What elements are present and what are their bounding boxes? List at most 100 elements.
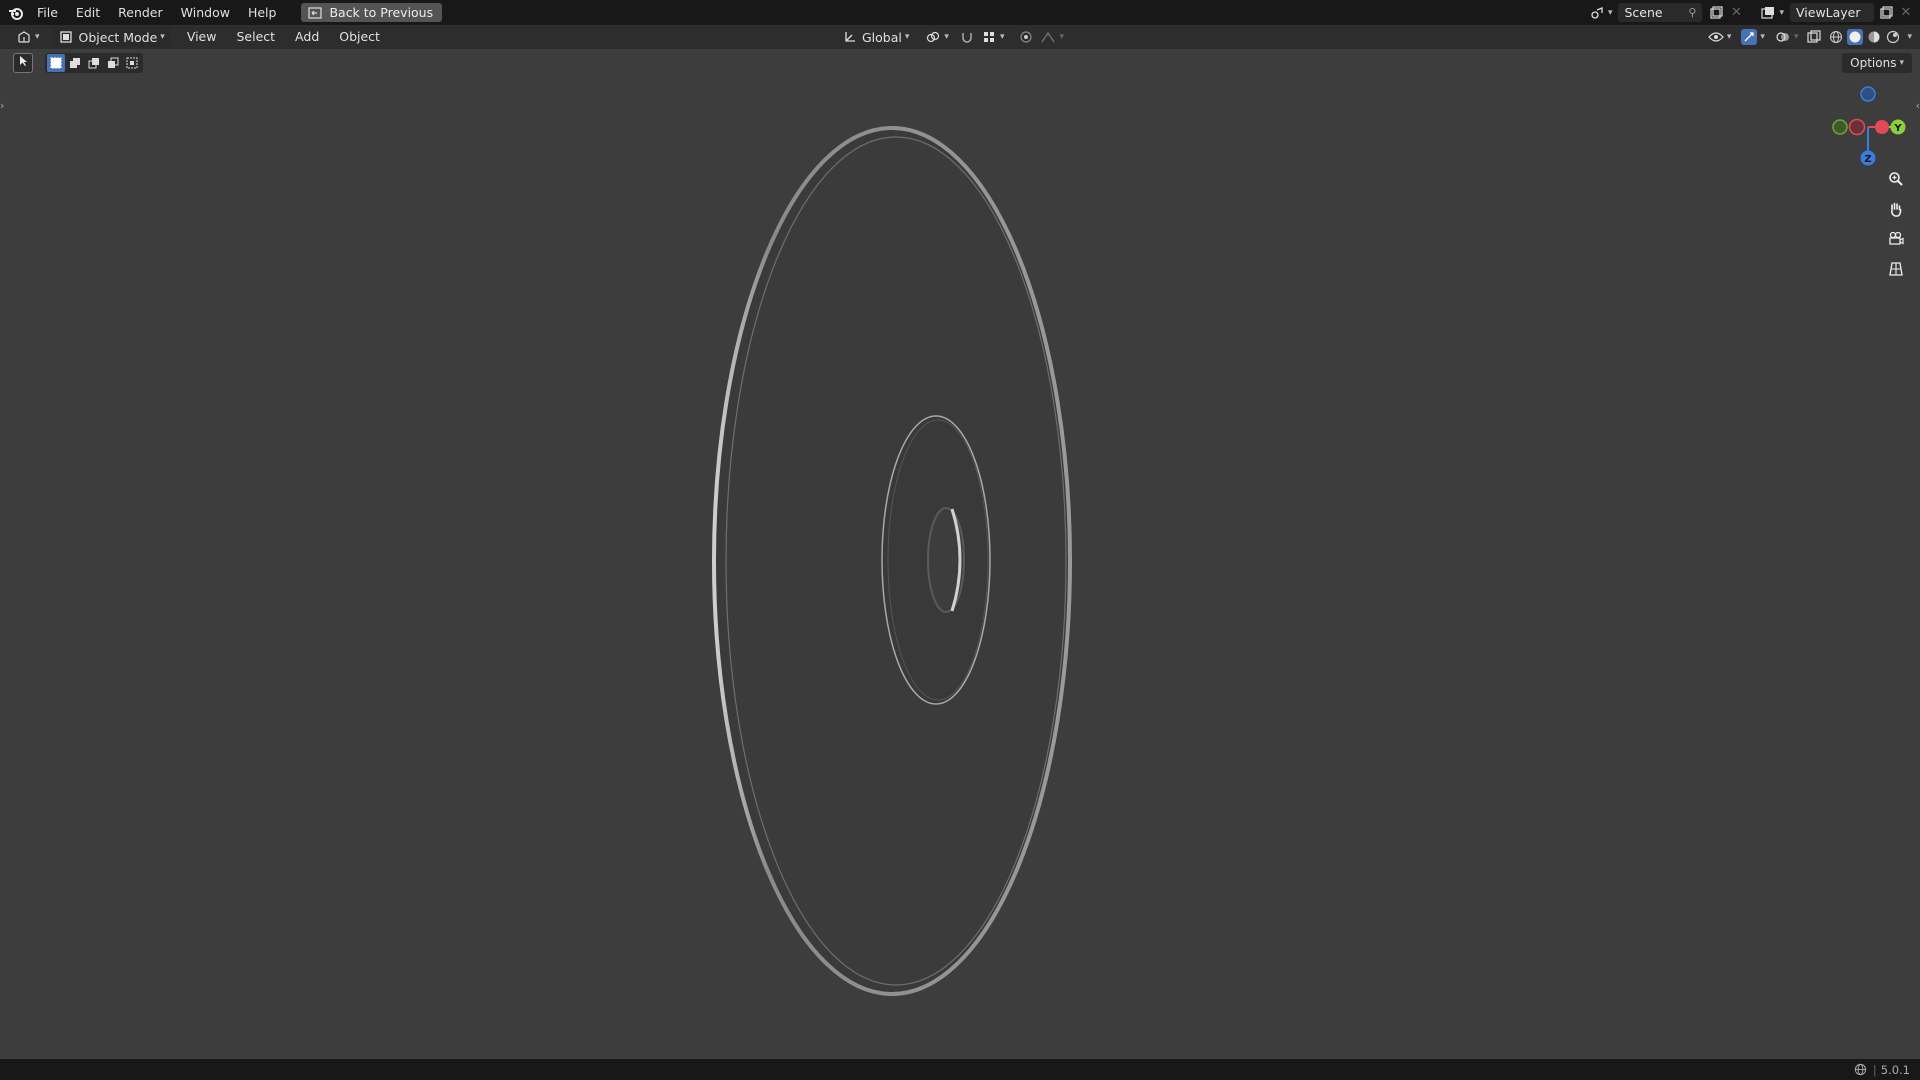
menu-help[interactable]: Help [239, 0, 286, 25]
menu-window[interactable]: Window [172, 0, 239, 25]
rendered-shading-icon[interactable] [1885, 29, 1901, 45]
gizmo-neg-z-icon[interactable] [1860, 86, 1876, 102]
chevron-down-icon: ▾ [904, 32, 910, 42]
zoom-icon [1888, 171, 1904, 191]
transform-controls: Global ▾ ▾ ▾ ▾ [836, 27, 1066, 47]
blender-logo-icon[interactable] [4, 1, 28, 25]
wireframe-shading-icon[interactable] [1828, 29, 1844, 45]
menu-edit[interactable]: Edit [67, 0, 109, 25]
camera-icon [1888, 231, 1904, 251]
network-globe-icon[interactable] [1853, 1062, 1869, 1078]
hand-icon [1888, 201, 1904, 221]
snap-increment-icon [981, 29, 997, 45]
editor-type-button[interactable]: ▾ [10, 27, 46, 47]
gizmo-neg-x-icon[interactable] [1848, 118, 1866, 136]
viewport-display-controls: ▾ ▾ ▾ ▾ [1706, 27, 1912, 47]
viewport-header: ▾ Object Mode ▾ View Select Add Object G… [0, 25, 1920, 49]
menu-add[interactable]: Add [285, 25, 329, 49]
chevron-down-icon: ▾ [1726, 32, 1732, 42]
back-button-label: Back to Previous [329, 5, 434, 20]
gizmo-y-label: Y [1893, 123, 1902, 134]
tool-settings-row [13, 53, 143, 73]
proportional-falloff-dropdown[interactable]: ▾ [1038, 27, 1066, 47]
selection-mode-group [45, 53, 143, 73]
chevron-down-icon: ▾ [1059, 32, 1064, 42]
menu-file[interactable]: File [28, 0, 67, 25]
zoom-button[interactable] [1883, 168, 1909, 194]
select-subtract-icon[interactable] [85, 54, 103, 72]
snap-target-dropdown[interactable]: ▾ [979, 27, 1007, 47]
scene-name-field[interactable]: Scene ⚲ [1618, 3, 1703, 22]
gizmo-dropdown[interactable]: ▾ [1739, 27, 1767, 47]
options-dropdown[interactable]: Options ▾ [1842, 53, 1912, 73]
chevron-down-icon: ▾ [160, 32, 165, 42]
back-to-previous-button[interactable]: Back to Previous [301, 3, 443, 22]
scene-browse-button[interactable]: ▾ [1583, 3, 1619, 23]
select-new-icon[interactable] [47, 54, 65, 72]
chevron-down-icon: ▾ [1760, 32, 1765, 42]
delete-viewlayer-icon[interactable]: ✕ [1898, 5, 1914, 21]
new-scene-icon[interactable] [1708, 5, 1724, 21]
chevron-down-icon: ▾ [1793, 32, 1799, 42]
disc-object[interactable] [0, 49, 1920, 1059]
mode-label: Object Mode [78, 29, 158, 45]
menu-view[interactable]: View [177, 25, 227, 49]
overlays-dropdown[interactable]: ▾ [1773, 27, 1801, 47]
overlays-icon [1775, 29, 1791, 45]
scene-name: Scene [1624, 5, 1663, 20]
version-label: 5.0.1 [1880, 1062, 1910, 1077]
chevron-down-icon: ▾ [944, 32, 949, 42]
gizmo-z-label: Z [1864, 154, 1871, 165]
screen-back-icon [307, 5, 323, 21]
chevron-down-icon: ▾ [999, 32, 1005, 42]
options-label: Options [1850, 56, 1897, 70]
pan-button[interactable] [1883, 198, 1909, 224]
solid-shading-icon[interactable] [1847, 29, 1864, 45]
viewlayer-name-field[interactable]: ViewLayer [1790, 3, 1874, 22]
perspective-toggle-button[interactable] [1883, 258, 1909, 284]
camera-view-button[interactable] [1883, 228, 1909, 254]
mode-dropdown[interactable]: Object Mode ▾ [51, 27, 171, 47]
xray-toggle-icon[interactable] [1806, 29, 1822, 45]
status-bar: | 5.0.1 [0, 1059, 1920, 1080]
proportional-editing-icon[interactable] [1018, 29, 1034, 45]
gizmo-icon [1741, 29, 1758, 45]
select-intersect-icon[interactable] [123, 54, 141, 72]
menu-render[interactable]: Render [109, 0, 172, 25]
navigation-gizmo[interactable]: Y Z [1826, 82, 1920, 172]
select-tool-button[interactable] [13, 53, 33, 73]
snap-toggle-icon[interactable] [959, 29, 975, 45]
chevron-down-icon: ▾ [1779, 7, 1784, 18]
menu-object[interactable]: Object [329, 25, 390, 49]
pivot-icon [925, 29, 941, 45]
orientation-dropdown[interactable]: Global ▾ [836, 27, 915, 47]
pin-icon[interactable]: ⚲ [1688, 6, 1696, 19]
select-extend-icon[interactable] [66, 54, 84, 72]
menu-select[interactable]: Select [226, 25, 285, 49]
new-viewlayer-icon[interactable] [1878, 5, 1894, 21]
render-layers-icon [1760, 5, 1776, 21]
delete-scene-icon[interactable]: ✕ [1728, 5, 1744, 21]
scene-icon [1589, 5, 1605, 21]
gizmo-x-icon[interactable] [1875, 120, 1889, 134]
top-right-controls: ▾ Scene ⚲ ✕ ▾ ViewLayer ✕ [1583, 0, 1920, 25]
select-invert-icon[interactable] [104, 54, 122, 72]
toolbar-expand-icon[interactable]: › [0, 99, 4, 112]
3d-viewport[interactable]: › ‹ [0, 49, 1920, 1059]
gizmo-neg-y-icon[interactable] [1832, 119, 1848, 135]
pivot-point-dropdown[interactable]: ▾ [919, 27, 955, 47]
chevron-down-icon: ▾ [1899, 58, 1904, 68]
viewlayer-browse-button[interactable]: ▾ [1754, 3, 1790, 23]
orientation-label: Global [862, 29, 902, 45]
status-divider: | [1872, 1062, 1877, 1077]
grid-perspective-icon [1888, 261, 1904, 281]
material-preview-shading-icon[interactable] [1866, 29, 1882, 45]
eye-icon [1708, 29, 1724, 45]
chevron-down-icon[interactable]: ▾ [1907, 32, 1912, 42]
top-bar: File Edit Render Window Help Back to Pre… [0, 0, 1920, 25]
visibility-dropdown[interactable]: ▾ [1706, 27, 1734, 47]
3d-viewport-icon [16, 29, 32, 45]
shading-mode-group: ▾ [1828, 29, 1912, 45]
cursor-icon [17, 55, 29, 71]
object-mode-icon [58, 29, 74, 45]
